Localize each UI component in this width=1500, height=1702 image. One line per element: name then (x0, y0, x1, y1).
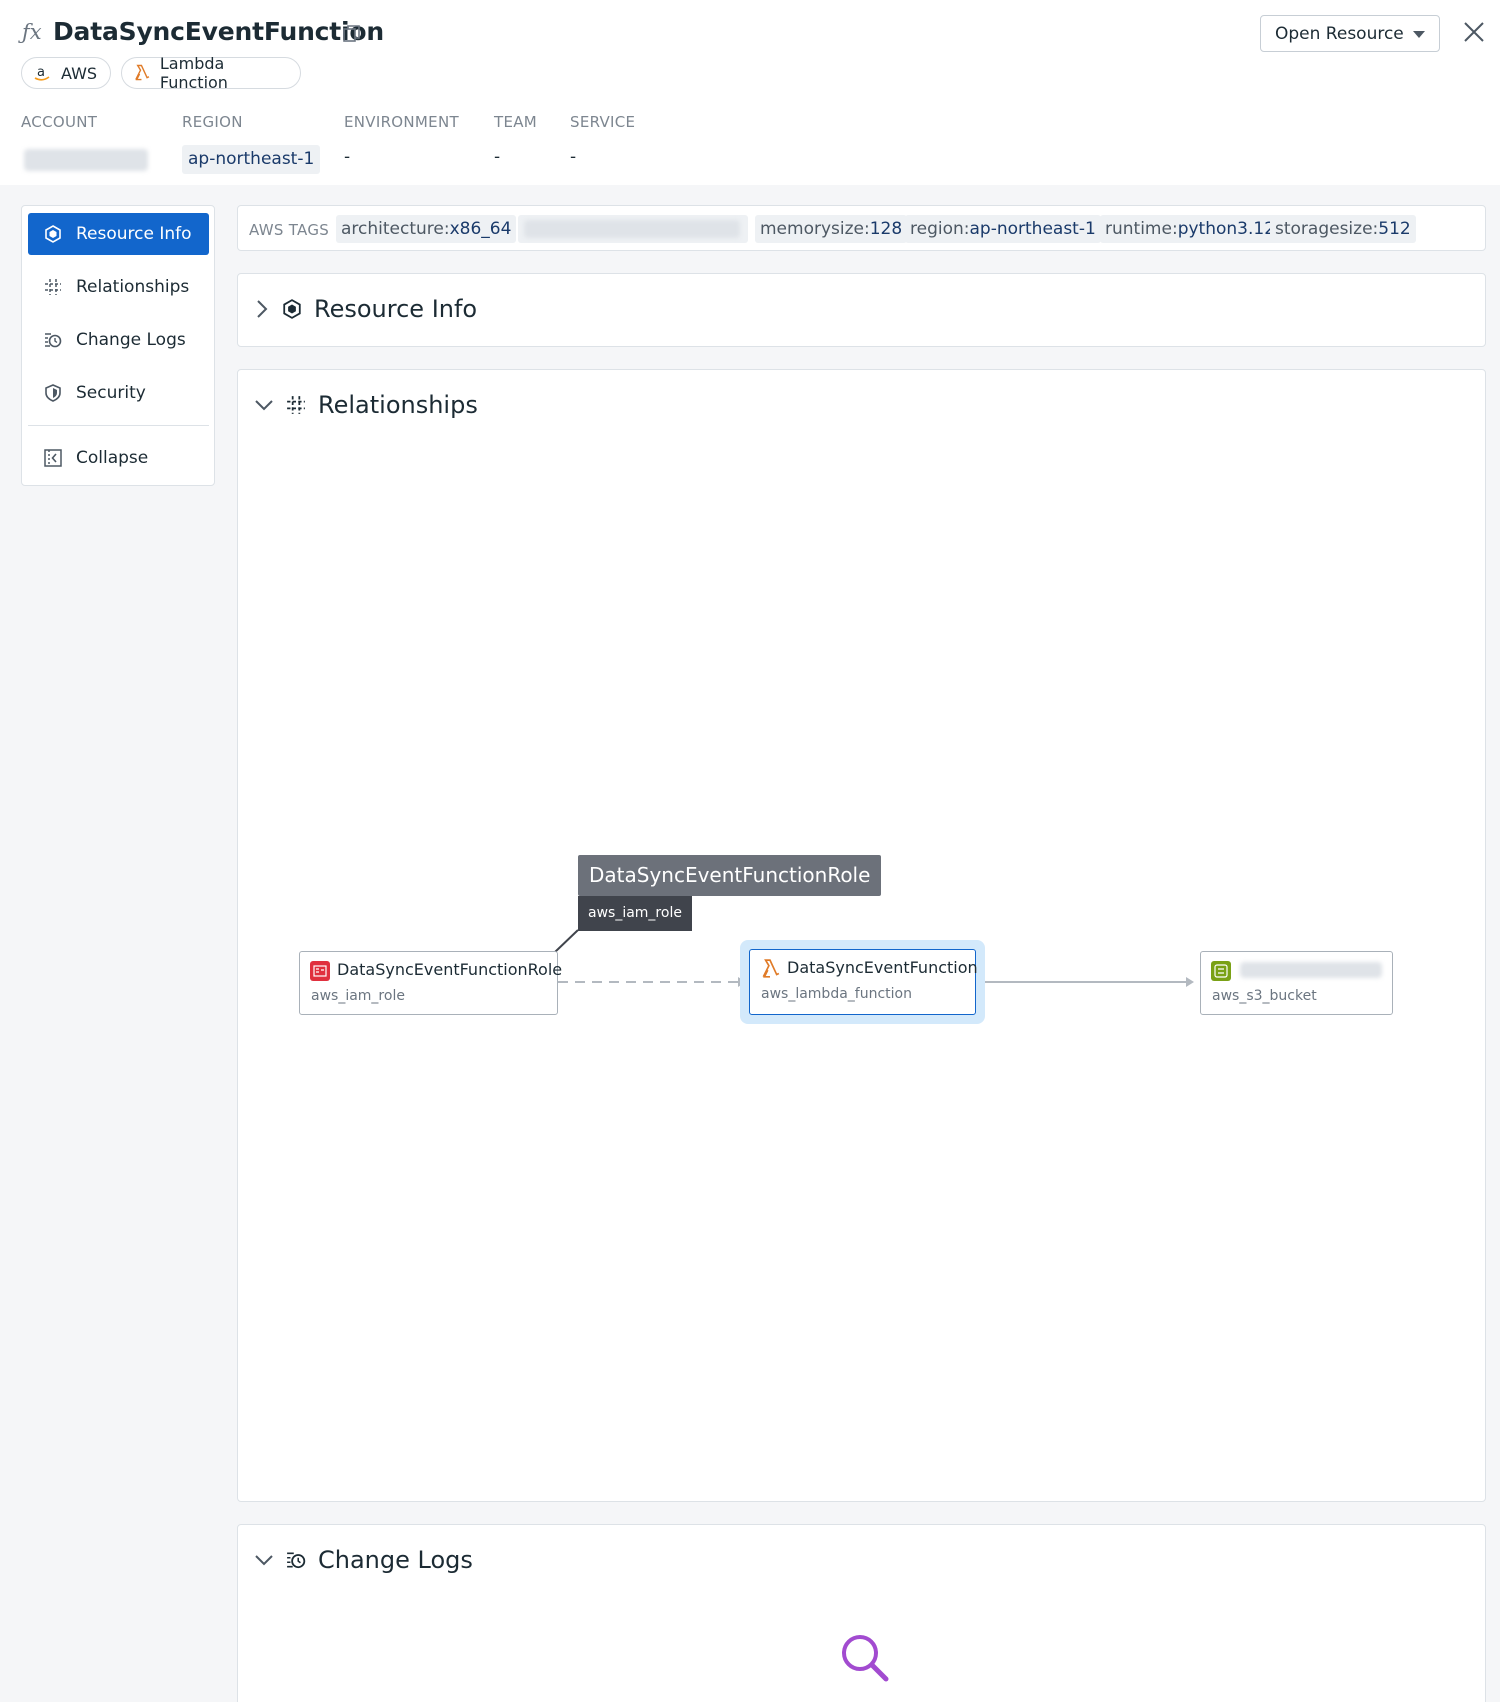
node-title: DataSyncEventFunction (787, 958, 978, 977)
relationship-graph-edges (554, 929, 1194, 987)
panel-title: Change Logs (318, 1546, 473, 1574)
s3-bucket-icon (1211, 961, 1231, 981)
changelog-icon (287, 1552, 306, 1569)
change-logs-panel-header[interactable]: Change Logs (254, 1546, 473, 1574)
node-title: DataSyncEventFunctionRole (337, 960, 563, 979)
chevron-down-icon (255, 1555, 273, 1566)
node-tooltip-title: DataSyncEventFunctionRole (578, 855, 882, 896)
node-type: aws_iam_role (311, 988, 405, 1004)
node-type: aws_s3_bucket (1212, 988, 1317, 1004)
iam-role-icon (310, 961, 330, 981)
tooltip-pointer (554, 929, 579, 953)
graph-node-s3-bucket[interactable]: aws_s3_bucket (1200, 951, 1393, 1015)
graph-node-iam-role[interactable]: DataSyncEventFunctionRole aws_iam_role (299, 951, 562, 1015)
edge-arrowhead (1186, 977, 1194, 987)
node-tooltip-type: aws_iam_role (578, 896, 692, 931)
node-type: aws_lambda_function (761, 986, 912, 1002)
redacted-node-title (1240, 962, 1382, 978)
graph-node-lambda-function[interactable]: DataSyncEventFunction aws_lambda_functio… (749, 949, 978, 1015)
change-logs-panel: Change Logs (237, 1524, 1486, 1702)
search-icon (842, 1635, 889, 1682)
lambda-icon (762, 959, 780, 978)
